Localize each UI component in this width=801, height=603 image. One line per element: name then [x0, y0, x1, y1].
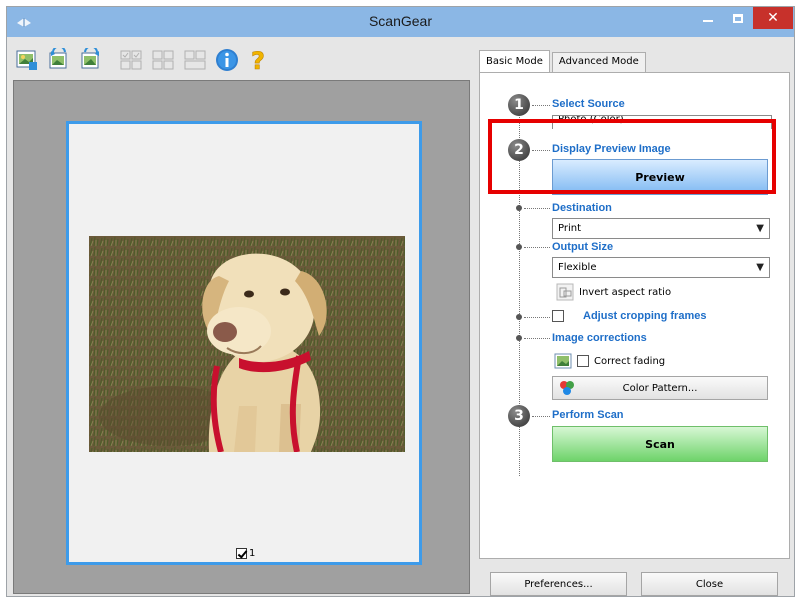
adjust-cropping-checkbox[interactable]: [552, 310, 564, 322]
step-2-dots: [532, 150, 550, 151]
display-preview-title: Display Preview Image: [552, 143, 671, 155]
preferences-button[interactable]: Preferences...: [490, 572, 627, 596]
destination-dot: [516, 205, 522, 211]
whole-image-button[interactable]: [181, 46, 209, 74]
close-button[interactable]: Close: [641, 572, 778, 596]
select-source-title: Select Source: [552, 98, 625, 110]
maximize-icon: [733, 13, 743, 23]
info-button[interactable]: [213, 46, 241, 74]
basic-mode-panel: 1 Select Source Photo (Color) 2 Display …: [479, 72, 790, 559]
select-source-dropdown[interactable]: Photo (Color): [552, 115, 772, 129]
chevron-down-icon: ▼: [756, 262, 764, 273]
rotate-right-icon: [81, 48, 99, 69]
image-corrections-dots: [524, 338, 550, 339]
correct-fading-icon: [554, 353, 572, 369]
tab-basic-mode[interactable]: Basic Mode: [479, 50, 550, 72]
invert-aspect-row[interactable]: Invert aspect ratio: [556, 283, 671, 301]
color-pattern-label: Color Pattern...: [622, 382, 698, 394]
color-pattern-icon: [560, 381, 574, 395]
select-source-value: Photo (Color): [558, 115, 624, 125]
rotate-left-icon: [49, 48, 67, 69]
title-bar: ScanGear ✕: [7, 7, 794, 37]
cropping-dots: [524, 317, 550, 318]
info-icon: [216, 49, 238, 71]
adjust-cropping-row[interactable]: Adjust cropping frames: [552, 310, 706, 322]
output-size-value: Flexible: [558, 262, 597, 273]
destination-value: Print: [558, 223, 582, 234]
output-size-dots: [524, 247, 550, 248]
frame-number: 1: [249, 548, 256, 559]
output-size-dot: [516, 244, 522, 250]
step-1-badge: 1: [508, 94, 530, 116]
correct-fading-checkbox[interactable]: [577, 355, 589, 367]
thumbnail-view-icon: [120, 50, 142, 70]
destination-dropdown[interactable]: Print ▼: [552, 218, 770, 239]
frame-checkbox-row[interactable]: 1: [236, 548, 255, 559]
cropping-dot: [516, 314, 522, 320]
mode-tabs: Basic Mode Advanced Mode: [479, 50, 648, 72]
correct-fading-label: Correct fading: [594, 355, 666, 367]
help-icon: ?: [251, 47, 266, 73]
select-all-icon: [152, 50, 174, 70]
invert-aspect-label: Invert aspect ratio: [579, 286, 672, 298]
preview-area[interactable]: 1: [13, 80, 470, 594]
maximize-button[interactable]: [723, 7, 753, 29]
tab-advanced-mode[interactable]: Advanced Mode: [551, 52, 646, 72]
output-size-dropdown[interactable]: Flexible ▼: [552, 257, 770, 278]
whole-image-icon: [184, 50, 206, 70]
step-3-badge: 3: [508, 405, 530, 427]
perform-scan-title: Perform Scan: [552, 409, 624, 421]
correct-fading-row[interactable]: Correct fading: [554, 352, 665, 370]
close-window-button[interactable]: ✕: [753, 7, 793, 29]
step-2-badge: 2: [508, 139, 530, 161]
rotate-right-button[interactable]: [77, 46, 105, 74]
destination-dots: [524, 208, 550, 209]
minimize-icon: [703, 20, 713, 22]
close-icon: ✕: [767, 10, 779, 26]
preview-image: [89, 236, 405, 452]
destination-title: Destination: [552, 202, 612, 214]
window-title: ScanGear: [368, 13, 433, 29]
select-all-button[interactable]: [149, 46, 177, 74]
dog-photo: [89, 236, 405, 452]
rotate-left-button[interactable]: [45, 46, 73, 74]
svg-text:?: ?: [251, 47, 265, 73]
preview-button[interactable]: Preview: [552, 159, 768, 195]
toolbar: ?: [13, 43, 468, 77]
step-1-dots: [532, 105, 550, 106]
step-3-dots: [532, 416, 550, 417]
invert-aspect-ratio-icon[interactable]: [556, 283, 574, 301]
frame-checkbox[interactable]: [236, 548, 247, 559]
scangear-window: ScanGear ✕ ? 1 Basic Mode Advanced Mode …: [6, 6, 795, 597]
scan-photo-button[interactable]: [13, 46, 41, 74]
help-button[interactable]: ?: [245, 46, 273, 74]
scan-button[interactable]: Scan: [552, 426, 768, 462]
preview-frame[interactable]: 1: [66, 121, 422, 565]
adjust-cropping-label: Adjust cropping frames: [583, 310, 707, 322]
image-corrections-title: Image corrections: [552, 332, 647, 344]
scan-photo-icon: [16, 50, 37, 70]
minimize-button[interactable]: [693, 7, 723, 29]
output-size-title: Output Size: [552, 241, 614, 253]
color-pattern-button[interactable]: Color Pattern...: [552, 376, 768, 400]
chevron-down-icon: ▼: [756, 223, 764, 234]
thumbnail-view-button[interactable]: [117, 46, 145, 74]
image-corrections-dot: [516, 335, 522, 341]
